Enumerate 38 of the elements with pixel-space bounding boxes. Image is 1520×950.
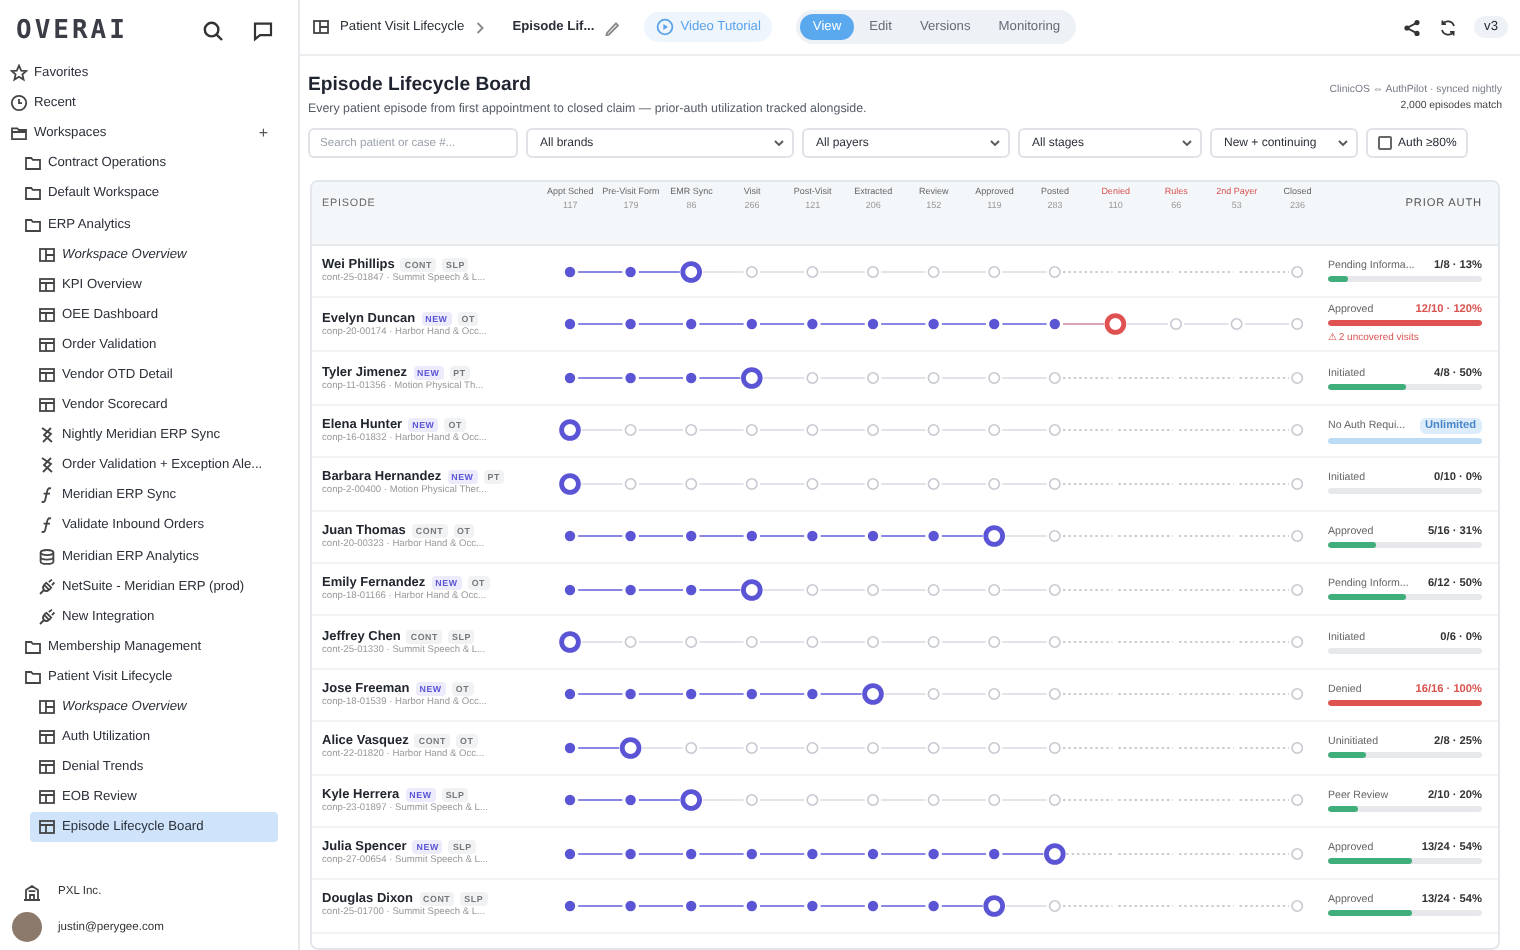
plug-icon [38, 607, 56, 626]
layout-icon [38, 245, 56, 264]
add-button[interactable]: + [258, 124, 268, 143]
avatar [12, 912, 42, 942]
table-icon [38, 396, 56, 415]
share-icon [1402, 17, 1423, 37]
table-icon [38, 818, 56, 837]
logo: OVERAI [16, 15, 128, 45]
folder-icon [10, 124, 28, 143]
caret-down-icon [988, 136, 1002, 150]
refresh-icon [1438, 17, 1459, 37]
function-icon [38, 516, 56, 535]
building-icon [22, 882, 42, 902]
flow-icon [38, 426, 56, 445]
layout-icon [38, 698, 56, 717]
caret-down-icon [772, 136, 786, 150]
star-icon [10, 64, 28, 83]
clock-icon [10, 94, 28, 113]
table-icon [38, 758, 56, 777]
table-icon [38, 365, 56, 384]
layout-icon [312, 18, 330, 36]
caret-down-icon [1336, 136, 1350, 150]
play-circle-icon [656, 18, 675, 36]
table-icon [38, 335, 56, 354]
pencil-icon [604, 19, 621, 35]
chevron-right-icon [474, 19, 487, 35]
search-icon [202, 19, 224, 41]
function-icon [38, 486, 56, 505]
table-icon [38, 728, 56, 747]
plug-icon [38, 577, 56, 596]
table-icon [38, 305, 56, 324]
database-icon [38, 547, 56, 566]
flow-icon [38, 456, 56, 475]
page-title: Episode Lifecycle Board [308, 74, 533, 96]
chat-icon [252, 19, 274, 41]
caret-down-icon [1180, 136, 1194, 150]
table-icon [38, 788, 56, 807]
table-icon [38, 275, 56, 294]
